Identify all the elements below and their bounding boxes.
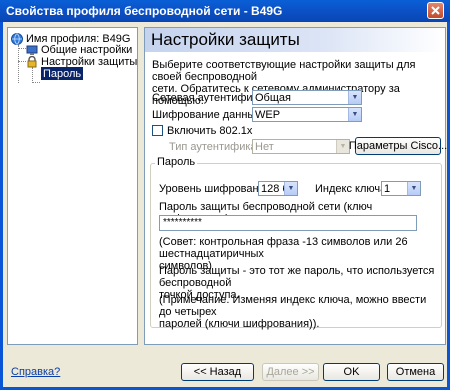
- tip-line-1: (Совет: контрольная фраза -13 символов и…: [159, 236, 408, 260]
- chevron-down-icon: ▼: [284, 182, 297, 195]
- tree-item-general-label: Общие настройки: [41, 43, 133, 56]
- settings-panel: Настройки защиты Выберите соответствующи…: [144, 27, 447, 345]
- encryption-label: Шифрование данных:: [152, 109, 264, 121]
- back-button[interactable]: << Назад: [181, 363, 254, 381]
- title-bar: Свойства профиля беспроводной сети - B49…: [0, 0, 450, 22]
- help-link[interactable]: Справка?: [11, 366, 60, 378]
- close-icon: [431, 6, 440, 15]
- panel-header: Настройки защиты: [145, 28, 445, 52]
- note1-line-1: Пароль защиты - это тот же пароль, что и…: [159, 265, 435, 289]
- encryption-level-select[interactable]: 128 би ▼: [258, 181, 298, 196]
- close-button[interactable]: [427, 2, 444, 19]
- lock-icon: [26, 55, 38, 68]
- auth-type-value: Нет: [255, 141, 274, 153]
- note2-line-1: (Примечание. Изменяя индекс ключа, можно…: [159, 294, 427, 318]
- profile-tree: Имя профиля: B49G Общие настройки Настро…: [7, 27, 138, 345]
- intro-line-1: Выберите соответствующие настройки защит…: [152, 59, 416, 83]
- encryption-value: WEP: [255, 109, 281, 121]
- key-index-value: 1: [384, 183, 391, 195]
- encryption-select[interactable]: WEP ▼: [252, 107, 362, 122]
- auth-select[interactable]: Общая ▼: [252, 90, 362, 105]
- chevron-down-icon: ▼: [407, 182, 420, 195]
- note2-line-2: паролей (ключи шифрования)).: [159, 318, 320, 330]
- password-group-label: Пароль: [155, 156, 198, 168]
- tree-item-password-label: Пароль: [43, 67, 82, 80]
- key-index-select[interactable]: 1 ▼: [381, 181, 421, 196]
- auth-type-select[interactable]: Нет ▼: [252, 139, 350, 154]
- chevron-down-icon: ▼: [348, 108, 361, 121]
- password-input[interactable]: **********: [159, 215, 417, 231]
- window-title: Свойства профиля беспроводной сети - B49…: [6, 4, 283, 18]
- tree-item-password[interactable]: Пароль: [41, 67, 84, 80]
- dialog-body: Имя профиля: B49G Общие настройки Настро…: [0, 22, 450, 390]
- cancel-button[interactable]: Отмена: [387, 363, 444, 381]
- chevron-down-icon: ▼: [348, 91, 361, 104]
- tree-item-security-label: Настройки защиты: [41, 55, 138, 68]
- network-icon: [26, 44, 38, 56]
- chevron-down-icon: ▼: [336, 140, 349, 153]
- key-index-label: Индекс ключа:: [315, 183, 390, 195]
- next-button[interactable]: Далее >>: [262, 363, 319, 381]
- encryption-level-label: Уровень шифрования:: [159, 183, 274, 195]
- enable-8021x-checkbox[interactable]: [152, 125, 163, 136]
- ok-button[interactable]: OK: [323, 363, 380, 381]
- cisco-options-button[interactable]: Параметры Cisco...: [349, 137, 447, 155]
- page-title: Настройки защиты: [151, 30, 300, 49]
- auth-value: Общая: [255, 92, 291, 104]
- enable-8021x-label: Включить 802.1x: [167, 125, 253, 137]
- globe-icon: [11, 32, 23, 45]
- note2-text: (Примечание. Изменяя индекс ключа, можно…: [159, 294, 439, 330]
